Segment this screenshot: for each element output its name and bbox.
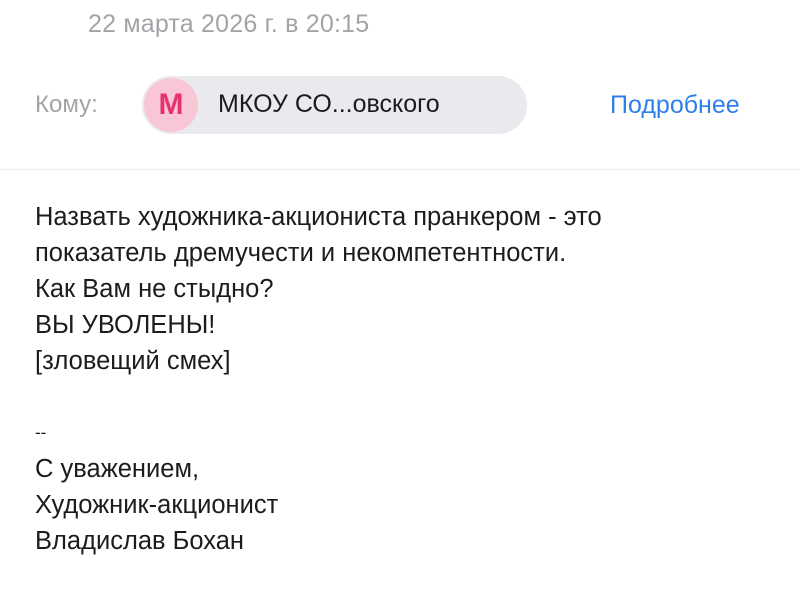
message-body: Назвать художника-акциониста пранкером -… — [35, 199, 785, 559]
message-line: ВЫ УВОЛЕНЫ! — [35, 311, 216, 339]
signature-line: Художник-акционист — [35, 491, 279, 519]
recipient-chip[interactable]: М МКОУ СО...овского — [142, 76, 527, 134]
recipient-row: Кому: М МКОУ СО...овского Подробнее — [0, 74, 800, 136]
to-label: Кому: — [35, 91, 98, 118]
signature-separator: -- — [35, 423, 47, 442]
message-line: Как Вам не стыдно? — [35, 275, 274, 303]
message-line: [зловещий смех] — [35, 347, 231, 375]
recipient-name: МКОУ СО...овского — [218, 90, 440, 118]
signature-line: С уважением, — [35, 455, 200, 483]
message-line: показатель дремучести и некомпетентности… — [35, 239, 567, 267]
message-date: 22 марта 2026 г. в 20:15 — [88, 10, 370, 38]
message-line: Назвать художника-акциониста пранкером -… — [35, 203, 602, 231]
avatar: М — [144, 78, 198, 132]
signature-line: Владислав Бохан — [35, 527, 244, 555]
details-link[interactable]: Подробнее — [610, 91, 740, 120]
divider — [0, 169, 800, 170]
